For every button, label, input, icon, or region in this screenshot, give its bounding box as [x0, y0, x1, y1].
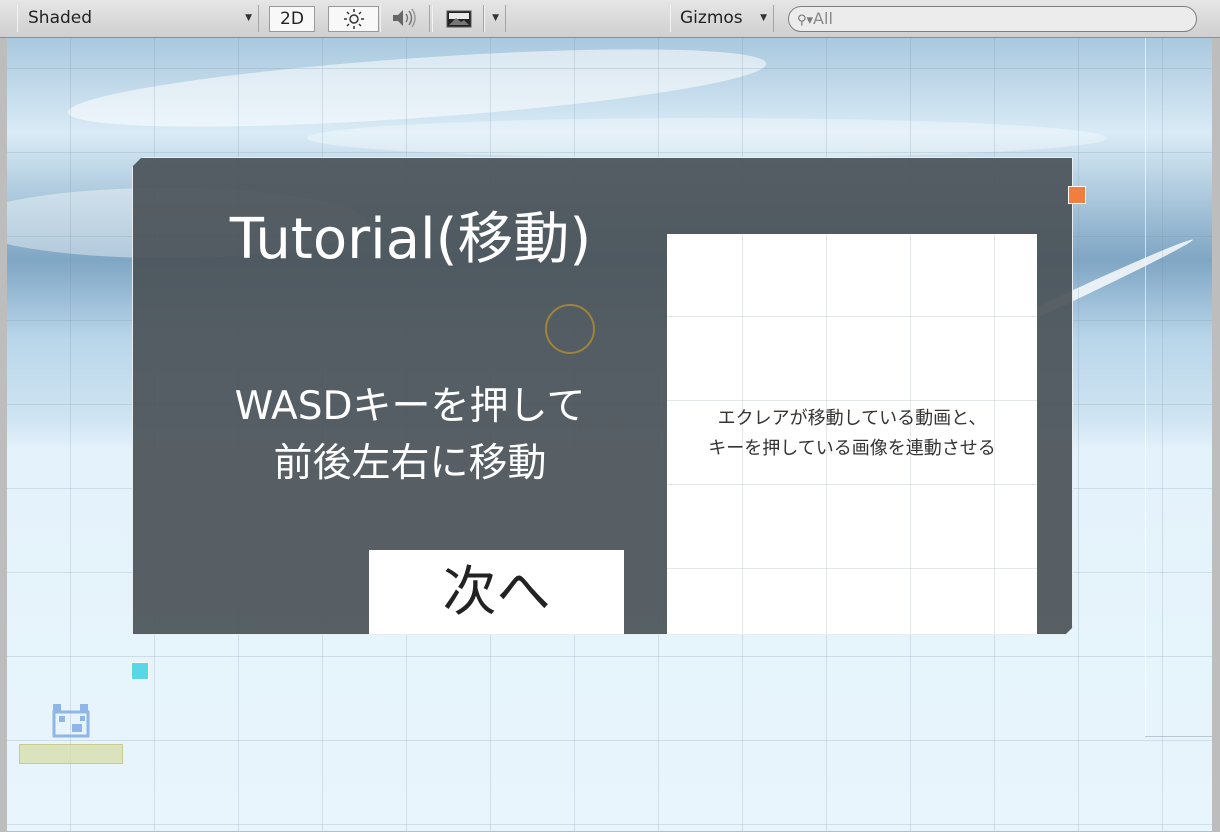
chevron-down-icon: ▼ — [492, 13, 499, 23]
search-icon: ⚲▾ — [797, 13, 814, 28]
search-placeholder: All — [813, 9, 833, 28]
image-icon — [446, 10, 472, 28]
gizmos-label: Gizmos — [680, 8, 743, 28]
scene-edge-line — [1145, 736, 1212, 737]
next-button[interactable]: 次へ — [369, 550, 624, 634]
preview-line: キーを押している画像を連動させる — [708, 438, 996, 459]
object-label-box — [19, 744, 123, 764]
scene-window: Shaded ▼ 2D ▼ Gizmos ▼ ⚲▾All Tutorial(移動… — [0, 0, 1220, 832]
scene-toolbar: Shaded ▼ 2D ▼ Gizmos ▼ ⚲▾All — [0, 0, 1220, 38]
preview-text: エクレアが移動している動画と、 キーを押している画像を連動させる — [667, 404, 1037, 464]
chevron-down-icon: ▼ — [760, 13, 767, 23]
gizmos-dropdown[interactable]: Gizmos ▼ — [670, 5, 774, 32]
search-input[interactable]: ⚲▾All — [788, 6, 1197, 32]
description-line: 前後左右に移動 — [273, 441, 547, 486]
rect-handle-top-right[interactable] — [1068, 186, 1086, 204]
shading-mode-dropdown[interactable]: Shaded ▼ — [17, 5, 259, 32]
sun-icon — [343, 9, 364, 29]
preview-image-box: エクレアが移動している動画と、 キーを押している画像を連動させる — [667, 234, 1037, 634]
scene-effects-toggle[interactable] — [432, 5, 484, 32]
rect-handle-bottom-left[interactable] — [131, 662, 149, 680]
effects-dropdown[interactable]: ▼ — [484, 5, 506, 32]
chevron-down-icon: ▼ — [245, 13, 252, 23]
camera-icon[interactable] — [52, 702, 90, 738]
light-gizmo-circle[interactable] — [545, 304, 595, 354]
scene-audio-toggle[interactable] — [380, 5, 430, 32]
speaker-icon — [393, 8, 416, 28]
shading-mode-label: Shaded — [28, 8, 93, 28]
description-line: WASDキーを押して — [234, 384, 586, 429]
toggle-2d-button[interactable]: 2D — [269, 6, 315, 32]
scene-edge-line — [1145, 38, 1146, 736]
tutorial-description: WASDキーを押して 前後左右に移動 — [210, 378, 610, 492]
tutorial-title: Tutorial(移動) — [229, 207, 592, 272]
preview-line: エクレアが移動している動画と、 — [717, 408, 987, 429]
scene-lighting-toggle[interactable] — [328, 6, 379, 32]
